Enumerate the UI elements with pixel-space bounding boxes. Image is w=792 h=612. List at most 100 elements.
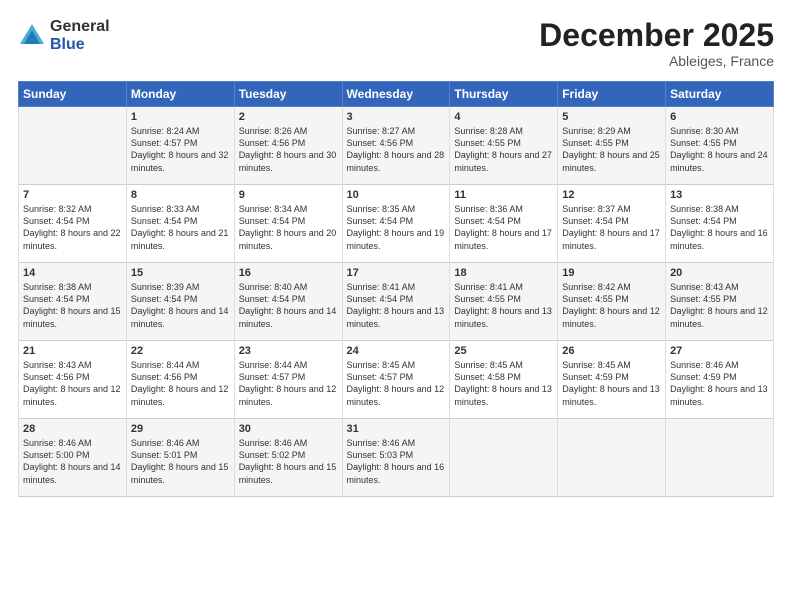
day-cell: 20Sunrise: 8:43 AMSunset: 4:55 PMDayligh… bbox=[666, 263, 774, 341]
cell-info: Sunrise: 8:28 AMSunset: 4:55 PMDaylight:… bbox=[454, 125, 553, 174]
logo-icon bbox=[18, 22, 46, 50]
day-number: 9 bbox=[239, 189, 338, 201]
cell-info: Sunrise: 8:46 AMSunset: 5:02 PMDaylight:… bbox=[239, 437, 338, 486]
title-block: December 2025 Ableiges, France bbox=[539, 18, 774, 69]
header-cell-sunday: Sunday bbox=[19, 82, 127, 107]
header-cell-friday: Friday bbox=[558, 82, 666, 107]
cell-info: Sunrise: 8:45 AMSunset: 4:57 PMDaylight:… bbox=[347, 359, 446, 408]
cell-info: Sunrise: 8:30 AMSunset: 4:55 PMDaylight:… bbox=[670, 125, 769, 174]
cell-info: Sunrise: 8:43 AMSunset: 4:56 PMDaylight:… bbox=[23, 359, 122, 408]
day-number: 1 bbox=[131, 111, 230, 123]
day-number: 11 bbox=[454, 189, 553, 201]
day-number: 31 bbox=[347, 423, 446, 435]
logo-blue: Blue bbox=[50, 36, 110, 54]
cell-info: Sunrise: 8:38 AMSunset: 4:54 PMDaylight:… bbox=[23, 281, 122, 330]
day-number: 23 bbox=[239, 345, 338, 357]
day-cell: 7Sunrise: 8:32 AMSunset: 4:54 PMDaylight… bbox=[19, 185, 127, 263]
cell-info: Sunrise: 8:29 AMSunset: 4:55 PMDaylight:… bbox=[562, 125, 661, 174]
day-cell: 1 Sunrise: 8:24 AMSunset: 4:57 PMDaylight… bbox=[126, 107, 234, 185]
day-number: 13 bbox=[670, 189, 769, 201]
header-cell-tuesday: Tuesday bbox=[234, 82, 342, 107]
location: Ableiges, France bbox=[539, 53, 774, 69]
day-cell: 2Sunrise: 8:26 AMSunset: 4:56 PMDaylight… bbox=[234, 107, 342, 185]
day-cell: 24 Sunrise: 8:45 AMSunset: 4:57 PMDayligh… bbox=[342, 341, 450, 419]
day-cell: 11 Sunrise: 8:36 AMSunset: 4:54 PMDayligh… bbox=[450, 185, 558, 263]
day-number: 25 bbox=[454, 345, 553, 357]
day-cell bbox=[19, 107, 127, 185]
day-cell: 4Sunrise: 8:28 AMSunset: 4:55 PMDaylight… bbox=[450, 107, 558, 185]
cell-info: Sunrise: 8:32 AMSunset: 4:54 PMDaylight:… bbox=[23, 203, 122, 252]
day-number: 16 bbox=[239, 267, 338, 279]
day-cell: 28 Sunrise: 8:46 AMSunset: 5:00 PMDayligh… bbox=[19, 419, 127, 497]
day-cell: 8 Sunrise: 8:33 AMSunset: 4:54 PMDaylight… bbox=[126, 185, 234, 263]
page: General Blue December 2025 Ableiges, Fra… bbox=[0, 0, 792, 612]
day-cell: 17 Sunrise: 8:41 AMSunset: 4:54 PMDayligh… bbox=[342, 263, 450, 341]
day-number: 10 bbox=[347, 189, 446, 201]
cell-info: Sunrise: 8:34 AMSunset: 4:54 PMDaylight:… bbox=[239, 203, 338, 252]
day-number: 27 bbox=[670, 345, 769, 357]
day-cell: 15 Sunrise: 8:39 AMSunset: 4:54 PMDayligh… bbox=[126, 263, 234, 341]
day-cell bbox=[666, 419, 774, 497]
day-number: 17 bbox=[347, 267, 446, 279]
day-number: 6 bbox=[670, 111, 769, 123]
day-cell: 19Sunrise: 8:42 AMSunset: 4:55 PMDayligh… bbox=[558, 263, 666, 341]
day-number: 8 bbox=[131, 189, 230, 201]
day-cell: 6 Sunrise: 8:30 AMSunset: 4:55 PMDaylight… bbox=[666, 107, 774, 185]
day-cell: 16Sunrise: 8:40 AMSunset: 4:54 PMDayligh… bbox=[234, 263, 342, 341]
day-number: 15 bbox=[131, 267, 230, 279]
header: General Blue December 2025 Ableiges, Fra… bbox=[18, 18, 774, 69]
day-cell: 22 Sunrise: 8:44 AMSunset: 4:56 PMDayligh… bbox=[126, 341, 234, 419]
cell-info: Sunrise: 8:44 AMSunset: 4:56 PMDaylight:… bbox=[131, 359, 230, 408]
day-cell: 10 Sunrise: 8:35 AMSunset: 4:54 PMDayligh… bbox=[342, 185, 450, 263]
week-row-3: 14 Sunrise: 8:38 AMSunset: 4:54 PMDayligh… bbox=[19, 263, 774, 341]
cell-info: Sunrise: 8:41 AMSunset: 4:54 PMDaylight:… bbox=[347, 281, 446, 330]
week-row-4: 21 Sunrise: 8:43 AMSunset: 4:56 PMDayligh… bbox=[19, 341, 774, 419]
day-cell: 29 Sunrise: 8:46 AMSunset: 5:01 PMDayligh… bbox=[126, 419, 234, 497]
day-number: 28 bbox=[23, 423, 122, 435]
header-cell-thursday: Thursday bbox=[450, 82, 558, 107]
cell-info: Sunrise: 8:24 AMSunset: 4:57 PMDaylight:… bbox=[131, 125, 230, 174]
day-number: 3 bbox=[347, 111, 446, 123]
cell-info: Sunrise: 8:26 AMSunset: 4:56 PMDaylight:… bbox=[239, 125, 338, 174]
day-number: 18 bbox=[454, 267, 553, 279]
day-cell: 27 Sunrise: 8:46 AMSunset: 4:59 PMDayligh… bbox=[666, 341, 774, 419]
day-number: 20 bbox=[670, 267, 769, 279]
day-cell bbox=[558, 419, 666, 497]
day-number: 22 bbox=[131, 345, 230, 357]
day-number: 30 bbox=[239, 423, 338, 435]
cell-info: Sunrise: 8:39 AMSunset: 4:54 PMDaylight:… bbox=[131, 281, 230, 330]
cell-info: Sunrise: 8:46 AMSunset: 5:01 PMDaylight:… bbox=[131, 437, 230, 486]
header-cell-saturday: Saturday bbox=[666, 82, 774, 107]
logo-text: General Blue bbox=[50, 18, 110, 53]
day-cell: 18 Sunrise: 8:41 AMSunset: 4:55 PMDayligh… bbox=[450, 263, 558, 341]
day-cell: 25Sunrise: 8:45 AMSunset: 4:58 PMDayligh… bbox=[450, 341, 558, 419]
day-number: 14 bbox=[23, 267, 122, 279]
cell-info: Sunrise: 8:46 AMSunset: 5:03 PMDaylight:… bbox=[347, 437, 446, 486]
calendar-table: SundayMondayTuesdayWednesdayThursdayFrid… bbox=[18, 81, 774, 497]
header-row: SundayMondayTuesdayWednesdayThursdayFrid… bbox=[19, 82, 774, 107]
cell-info: Sunrise: 8:44 AMSunset: 4:57 PMDaylight:… bbox=[239, 359, 338, 408]
cell-info: Sunrise: 8:27 AMSunset: 4:56 PMDaylight:… bbox=[347, 125, 446, 174]
day-number: 29 bbox=[131, 423, 230, 435]
day-cell: 5Sunrise: 8:29 AMSunset: 4:55 PMDaylight… bbox=[558, 107, 666, 185]
day-cell: 30 Sunrise: 8:46 AMSunset: 5:02 PMDayligh… bbox=[234, 419, 342, 497]
cell-info: Sunrise: 8:46 AMSunset: 4:59 PMDaylight:… bbox=[670, 359, 769, 408]
week-row-1: 1 Sunrise: 8:24 AMSunset: 4:57 PMDaylight… bbox=[19, 107, 774, 185]
logo-general: General bbox=[50, 18, 110, 36]
cell-info: Sunrise: 8:41 AMSunset: 4:55 PMDaylight:… bbox=[454, 281, 553, 330]
logo: General Blue bbox=[18, 18, 110, 53]
day-cell: 21 Sunrise: 8:43 AMSunset: 4:56 PMDayligh… bbox=[19, 341, 127, 419]
day-number: 19 bbox=[562, 267, 661, 279]
header-cell-wednesday: Wednesday bbox=[342, 82, 450, 107]
cell-info: Sunrise: 8:36 AMSunset: 4:54 PMDaylight:… bbox=[454, 203, 553, 252]
cell-info: Sunrise: 8:45 AMSunset: 4:59 PMDaylight:… bbox=[562, 359, 661, 408]
cell-info: Sunrise: 8:33 AMSunset: 4:54 PMDaylight:… bbox=[131, 203, 230, 252]
cell-info: Sunrise: 8:46 AMSunset: 5:00 PMDaylight:… bbox=[23, 437, 122, 486]
day-number: 21 bbox=[23, 345, 122, 357]
day-cell: 3 Sunrise: 8:27 AMSunset: 4:56 PMDaylight… bbox=[342, 107, 450, 185]
day-cell: 31 Sunrise: 8:46 AMSunset: 5:03 PMDayligh… bbox=[342, 419, 450, 497]
month-title: December 2025 bbox=[539, 18, 774, 53]
day-number: 24 bbox=[347, 345, 446, 357]
cell-info: Sunrise: 8:35 AMSunset: 4:54 PMDaylight:… bbox=[347, 203, 446, 252]
cell-info: Sunrise: 8:37 AMSunset: 4:54 PMDaylight:… bbox=[562, 203, 661, 252]
